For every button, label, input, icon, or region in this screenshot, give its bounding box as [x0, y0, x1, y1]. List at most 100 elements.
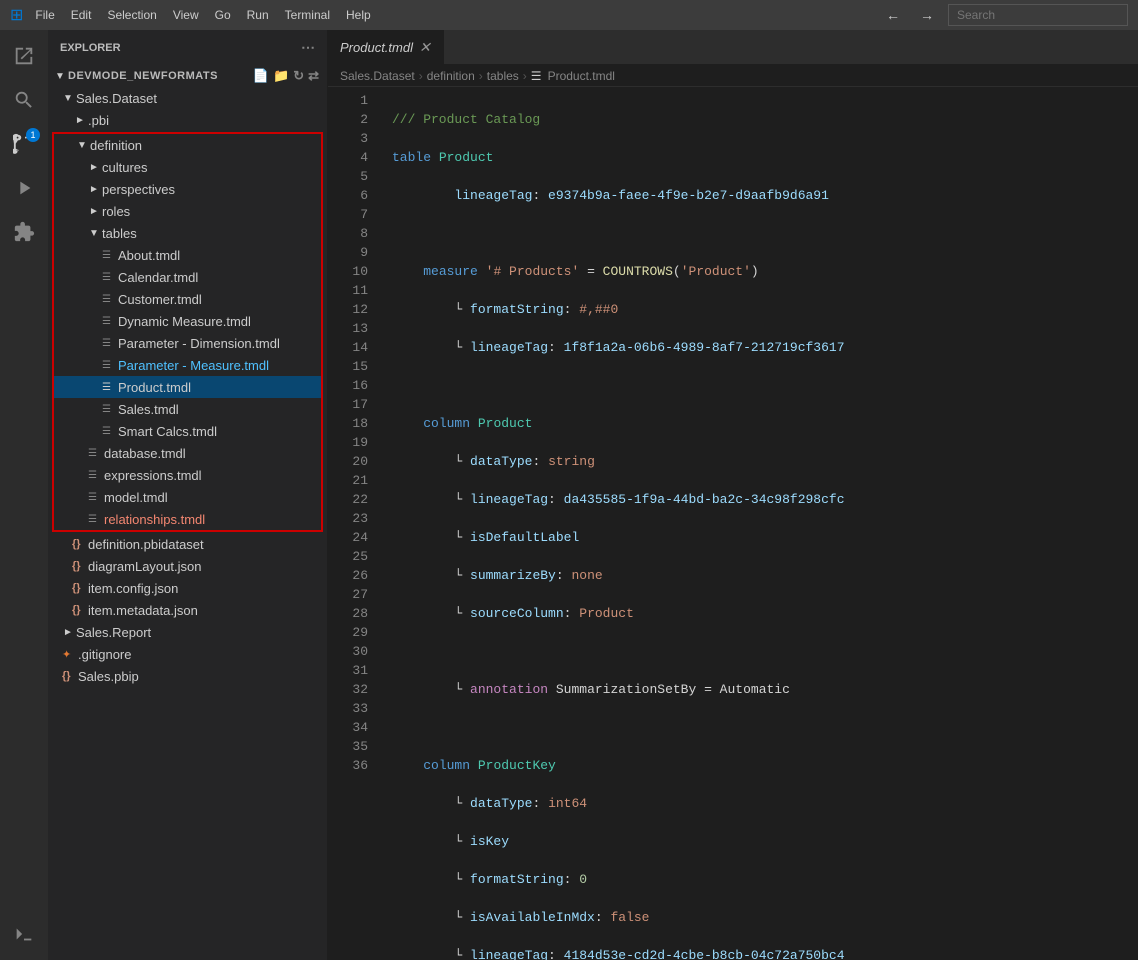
sales-pbip-icon: {}: [62, 670, 78, 682]
tree-item-expressions[interactable]: ☰ expressions.tmdl: [54, 464, 321, 486]
editor-area: Product.tmdl ✕ Sales.Dataset › definitio…: [328, 30, 1138, 960]
menu-file[interactable]: File: [35, 8, 54, 22]
breadcrumb-sales-dataset[interactable]: Sales.Dataset: [340, 69, 415, 83]
database-label: database.tmdl: [104, 446, 186, 461]
breadcrumb-sep3: ›: [523, 69, 527, 83]
code-line-7: └ lineageTag: 1f8f1a2a-06b6-4989-8af7-21…: [392, 338, 1138, 357]
code-line-9: column Product: [392, 414, 1138, 433]
tree-item-sales-dataset[interactable]: ▼ Sales.Dataset: [48, 87, 327, 109]
perspectives-label: perspectives: [102, 182, 175, 197]
sidebar-header: EXPLORER ⋯: [48, 30, 327, 65]
perspectives-arrow: ►: [86, 184, 102, 195]
menu-go[interactable]: Go: [215, 8, 231, 22]
menu-terminal[interactable]: Terminal: [285, 8, 330, 22]
workspace-label: DEVMODE_NEWFORMATS: [68, 70, 218, 82]
tree-item-pbi[interactable]: ► .pbi: [48, 109, 327, 131]
code-line-23: └ lineageTag: 4184d53e-cd2d-4cbe-b8cb-04…: [392, 946, 1138, 960]
param-measure-icon: ☰: [102, 360, 118, 371]
tree-item-def-pbidataset[interactable]: {} definition.pbidataset: [48, 533, 327, 555]
tree-item-dynamic[interactable]: ☰ Dynamic Measure.tmdl: [54, 310, 321, 332]
back-button[interactable]: ←: [880, 5, 906, 25]
code-line-6: └ formatString: #,##0: [392, 300, 1138, 319]
new-file-icon[interactable]: ⋯: [301, 39, 315, 56]
activity-bar: 1: [0, 30, 48, 960]
activity-run[interactable]: [6, 170, 42, 206]
tree-item-tables[interactable]: ▼ tables: [54, 222, 321, 244]
tree-item-smartcalcs[interactable]: ☰ Smart Calcs.tmdl: [54, 420, 321, 442]
tree-item-calendar[interactable]: ☰ Calendar.tmdl: [54, 266, 321, 288]
tree-item-customer[interactable]: ☰ Customer.tmdl: [54, 288, 321, 310]
tree-item-perspectives[interactable]: ► perspectives: [54, 178, 321, 200]
collapse-btn[interactable]: ⇄: [308, 68, 319, 84]
relationships-icon: ☰: [88, 514, 104, 525]
breadcrumb-tables[interactable]: tables: [487, 69, 519, 83]
cultures-arrow: ►: [86, 162, 102, 173]
tree-item-definition[interactable]: ▼ definition: [54, 134, 321, 156]
tree-item-about[interactable]: ☰ About.tmdl: [54, 244, 321, 266]
activity-explorer[interactable]: [6, 38, 42, 74]
tree-item-gitignore[interactable]: ✦ .gitignore: [48, 643, 327, 665]
tree-item-param-dim[interactable]: ☰ Parameter - Dimension.tmdl: [54, 332, 321, 354]
tree-item-diagram[interactable]: {} diagramLayout.json: [48, 555, 327, 577]
menu-help[interactable]: Help: [346, 8, 371, 22]
tree-item-sales[interactable]: ☰ Sales.tmdl: [54, 398, 321, 420]
activity-terminal[interactable]: [6, 916, 42, 952]
diagram-icon: {}: [72, 560, 88, 572]
def-pbidataset-icon: {}: [72, 538, 88, 550]
code-content[interactable]: /// Product Catalog table Product lineag…: [376, 87, 1138, 960]
tree-item-sales-pbip[interactable]: {} Sales.pbip: [48, 665, 327, 687]
breadcrumb-sep2: ›: [479, 69, 483, 83]
code-line-18: column ProductKey: [392, 756, 1138, 775]
refresh-btn[interactable]: ↻: [293, 68, 304, 84]
code-line-19: └ dataType: int64: [392, 794, 1138, 813]
code-line-16: └ annotation SummarizationSetBy = Automa…: [392, 680, 1138, 699]
code-line-21: └ formatString: 0: [392, 870, 1138, 889]
definition-arrow: ▼: [74, 140, 90, 151]
menu-view[interactable]: View: [173, 8, 199, 22]
new-file-btn[interactable]: 📄: [253, 68, 269, 84]
tree-item-item-meta[interactable]: {} item.metadata.json: [48, 599, 327, 621]
tree-item-sales-report[interactable]: ► Sales.Report: [48, 621, 327, 643]
tree-item-item-config[interactable]: {} item.config.json: [48, 577, 327, 599]
tree-item-relationships[interactable]: ☰ relationships.tmdl: [54, 508, 321, 530]
sales-dataset-label: Sales.Dataset: [76, 91, 157, 106]
tab-close-btn[interactable]: ✕: [419, 39, 431, 56]
tab-product-tmdl[interactable]: Product.tmdl ✕: [328, 30, 444, 64]
activity-search[interactable]: [6, 82, 42, 118]
menu-selection[interactable]: Selection: [107, 8, 156, 22]
activity-source-control[interactable]: 1: [6, 126, 42, 162]
code-line-10: └ dataType: string: [392, 452, 1138, 471]
workspace-header[interactable]: ▼ DEVMODE_NEWFORMATS 📄 📁 ↻ ⇄: [48, 65, 327, 87]
expressions-icon: ☰: [88, 470, 104, 481]
new-folder-btn[interactable]: 📁: [273, 68, 289, 84]
roles-arrow: ►: [86, 206, 102, 217]
menu-edit[interactable]: Edit: [71, 8, 92, 22]
workspace-actions: 📄 📁 ↻ ⇄: [253, 68, 319, 84]
sales-pbip-label: Sales.pbip: [78, 669, 139, 684]
code-line-3: lineageTag: e9374b9a-faee-4f9e-b2e7-d9aa…: [392, 186, 1138, 205]
code-line-4: [392, 224, 1138, 243]
diagram-label: diagramLayout.json: [88, 559, 201, 574]
source-control-badge: 1: [26, 128, 40, 142]
tree-item-model[interactable]: ☰ model.tmdl: [54, 486, 321, 508]
tree-item-database[interactable]: ☰ database.tmdl: [54, 442, 321, 464]
forward-button[interactable]: →: [914, 5, 940, 25]
activity-extensions[interactable]: [6, 214, 42, 250]
tree-item-param-measure[interactable]: ☰ Parameter - Measure.tmdl: [54, 354, 321, 376]
file-tree: ▼ DEVMODE_NEWFORMATS 📄 📁 ↻ ⇄ ▼ Sales.Dat…: [48, 65, 327, 960]
menu-run[interactable]: Run: [247, 8, 269, 22]
code-line-2: table Product: [392, 148, 1138, 167]
product-icon: ☰: [102, 382, 118, 393]
tree-item-roles[interactable]: ► roles: [54, 200, 321, 222]
param-measure-label: Parameter - Measure.tmdl: [118, 358, 269, 373]
code-line-13: └ summarizeBy: none: [392, 566, 1138, 585]
breadcrumb-definition[interactable]: definition: [427, 69, 475, 83]
search-input[interactable]: [948, 4, 1128, 26]
workspace-arrow: ▼: [52, 71, 68, 82]
tree-item-cultures[interactable]: ► cultures: [54, 156, 321, 178]
breadcrumb-product-tmdl[interactable]: Product.tmdl: [548, 69, 615, 83]
tree-item-product[interactable]: ☰ Product.tmdl: [54, 376, 321, 398]
code-editor[interactable]: 12345 678910 1112131415 1617181920 21222…: [328, 87, 1138, 960]
cultures-label: cultures: [102, 160, 148, 175]
expressions-label: expressions.tmdl: [104, 468, 202, 483]
